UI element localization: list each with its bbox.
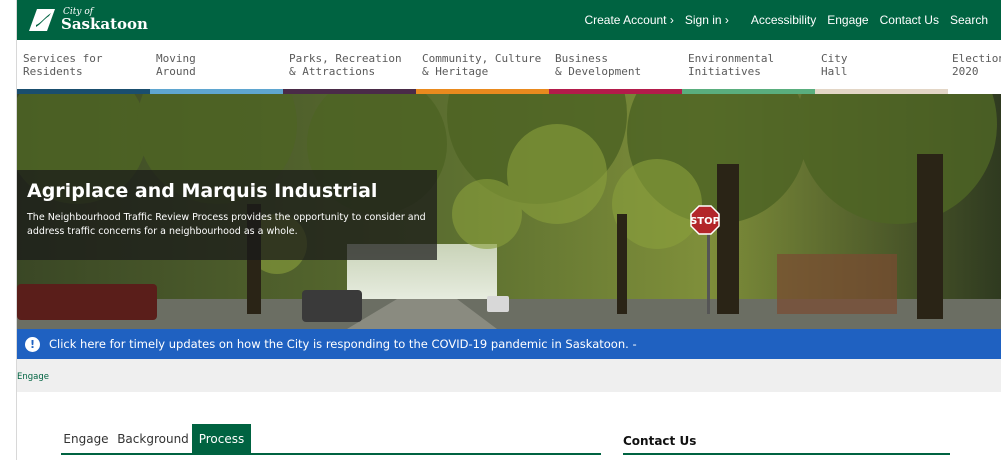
contact-us-link[interactable]: Contact Us [880,13,939,27]
breadcrumb: Engage [17,359,1001,392]
engage-link[interactable]: Engage [827,13,868,27]
page-title: Agriplace and Marquis Industrial [27,180,378,202]
contact-divider [623,453,950,455]
nav-item-line1: City [821,52,848,65]
nav-services-for-residents[interactable]: Services for Residents [17,40,150,94]
nav-item-line2: 2020 [952,65,979,78]
site: City of Saskatoon Create Account › Sign … [17,0,1001,460]
nav-item-line1: Election [952,52,1001,65]
nav-election-2020[interactable]: Election 2020 [948,40,1001,94]
main-nav: Services for Residents Moving Around Par… [17,40,1001,94]
nav-item-line1: Moving [156,52,196,65]
top-links: Create Account › Sign in › Accessibility… [573,0,988,40]
alert-text[interactable]: Click here for timely updates on how the… [49,337,637,351]
tab-process[interactable]: Process [192,424,251,453]
nav-item-line2: & Attractions [289,65,376,78]
hero-caption: Agriplace and Marquis Industrial The Nei… [17,170,437,260]
nav-item-line2: Around [156,65,196,78]
hero-description: The Neighbourhood Traffic Review Process… [27,212,426,237]
nav-moving-around[interactable]: Moving Around [150,40,283,94]
breadcrumb-engage-link[interactable]: Engage [17,372,49,382]
nav-item-line1: Services for [23,52,103,65]
nav-city-hall[interactable]: City Hall [815,40,948,94]
nav-item-line1: Business [555,52,608,65]
content-tabs: Engage Background Process [61,424,601,460]
nav-community-culture[interactable]: Community, Culture & Heritage [416,40,549,94]
create-account-link[interactable]: Create Account › [584,13,673,27]
covid-alert-banner[interactable]: ! Click here for timely updates on how t… [17,329,1001,359]
left-gutter [0,0,17,460]
exclamation-icon: ! [25,336,40,352]
browser-frame: City of Saskatoon Create Account › Sign … [0,0,1001,460]
city-logo[interactable]: City of Saskatoon [27,6,148,34]
hero-banner: STOP Agriplace and Marquis Industrial Th… [17,94,1001,329]
nav-item-line1: Parks, Recreation [289,52,402,65]
logo-big-text: Saskatoon [61,15,148,33]
nav-item-line1: Environmental [688,52,775,65]
nav-environmental-initiatives[interactable]: Environmental Initiatives [682,40,815,94]
top-bar: City of Saskatoon Create Account › Sign … [17,0,1001,40]
nav-item-line1: Community, Culture [422,52,542,65]
sign-in-link[interactable]: Sign in › [685,13,729,27]
tab-engage[interactable]: Engage [61,424,111,453]
nav-item-line2: & Heritage [422,65,489,78]
tab-background[interactable]: Background [113,424,193,453]
stop-sign-text: STOP [690,216,720,227]
tab-underline [61,453,601,455]
nav-business-development[interactable]: Business & Development [549,40,682,94]
nav-item-line2: Residents [23,65,83,78]
saskatoon-logo-icon [29,9,55,31]
nav-item-line2: Hall [821,65,848,78]
nav-item-line2: & Development [555,65,642,78]
search-link[interactable]: Search [950,13,988,27]
accessibility-link[interactable]: Accessibility [751,13,816,27]
contact-us-heading: Contact Us [623,434,697,448]
nav-parks-recreation[interactable]: Parks, Recreation & Attractions [283,40,416,94]
nav-item-line2: Initiatives [688,65,761,78]
